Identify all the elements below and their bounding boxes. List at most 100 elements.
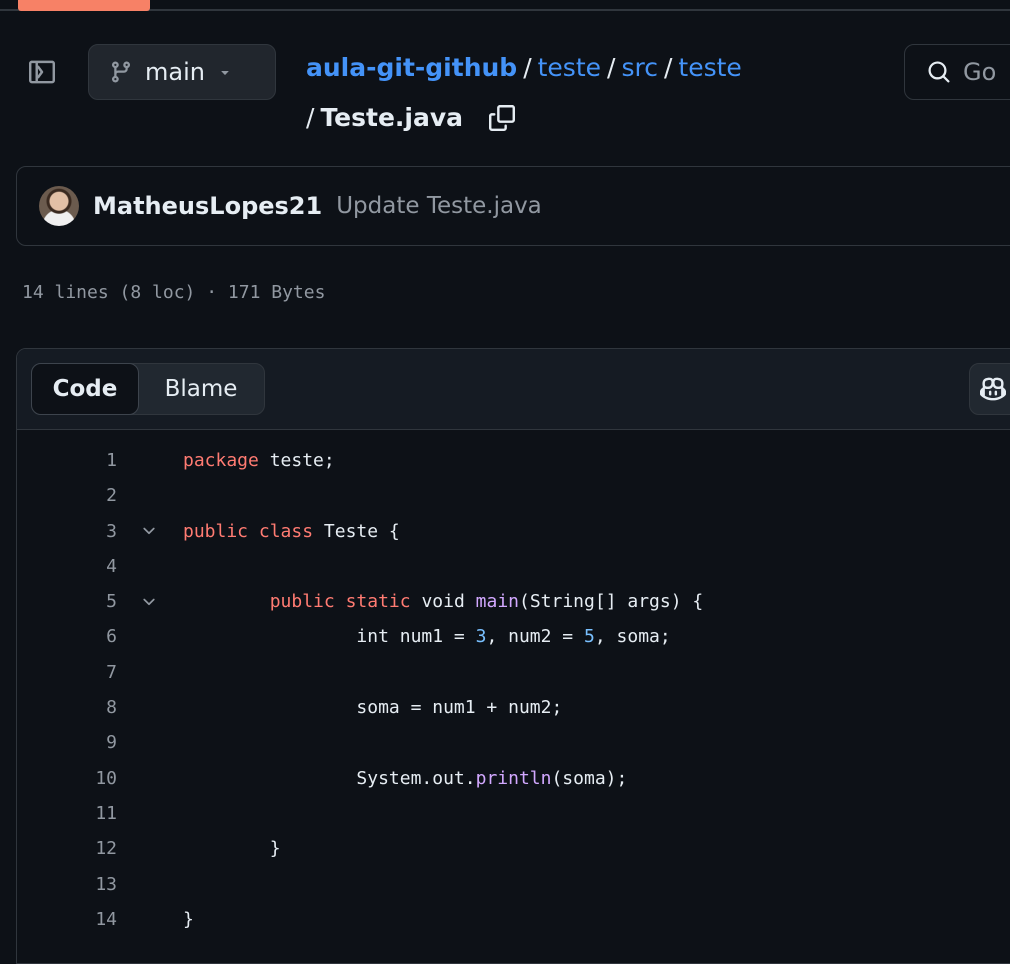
file-path-breadcrumb: aula-git-github / teste / src / teste / Teste.j… xyxy=(306,48,866,140)
code-line: 14} xyxy=(17,902,1010,937)
line-number[interactable]: 10 xyxy=(17,761,117,796)
code-toolbar: Code Blame xyxy=(17,349,1010,430)
code-token: main xyxy=(475,591,519,613)
code-text: int num1 = 3, num2 = 5, soma; xyxy=(183,619,671,654)
breadcrumb-dir-link[interactable]: teste xyxy=(678,53,741,82)
caret-down-icon xyxy=(221,71,229,75)
code-line: 1 package teste; xyxy=(17,443,1010,478)
git-branch-icon xyxy=(111,61,130,83)
code-line: 7 xyxy=(17,655,1010,690)
code-line: 5 public static void main(String[] args)… xyxy=(17,584,1010,619)
line-number[interactable]: 8 xyxy=(17,690,117,725)
code-line: 6 int num1 = 3, num2 = 5, soma; xyxy=(17,619,1010,654)
code-line: 11 xyxy=(17,796,1010,831)
code-token: println xyxy=(475,767,552,789)
code-line: 4 xyxy=(17,549,1010,584)
chevron-down-icon xyxy=(143,598,155,605)
copy-icon xyxy=(489,105,516,131)
code-token: void xyxy=(410,591,476,613)
code-line: 10 System.out.println(soma); xyxy=(17,761,1010,796)
copilot-button[interactable] xyxy=(969,363,1010,415)
code-token: static xyxy=(345,591,411,613)
code-text: } xyxy=(183,902,194,937)
file-size-info: 14 lines (8 loc) · 171 Bytes xyxy=(22,282,326,303)
code-text: System.out.println(soma); xyxy=(183,761,627,796)
code-line: 2 xyxy=(17,478,1010,513)
go-to-file-search[interactable]: Go xyxy=(904,44,1010,100)
breadcrumb-current-file: Teste.java xyxy=(320,103,464,132)
code-line: 12 } xyxy=(17,831,1010,866)
code-token: (String[] args) { xyxy=(519,591,704,613)
line-number[interactable]: 3 xyxy=(17,514,117,549)
breadcrumb-separator: / xyxy=(523,53,532,82)
code-token: int num1 = xyxy=(183,626,476,648)
breadcrumb-dir-link[interactable]: teste xyxy=(538,53,601,82)
search-icon xyxy=(928,61,950,83)
code-line: 3 public class Teste { xyxy=(17,514,1010,549)
file-view-page: main aula-git-github / teste / src / teste / Te… xyxy=(0,0,1010,964)
chevron-down-icon xyxy=(143,527,155,535)
commit-author-link[interactable]: MatheusLopes21 xyxy=(93,192,322,220)
code-token: (soma); xyxy=(551,767,628,789)
breadcrumb-separator: / xyxy=(607,53,616,82)
breadcrumb-dir-link[interactable]: src xyxy=(621,53,658,82)
avatar[interactable] xyxy=(39,186,79,226)
tab-code[interactable]: Code xyxy=(31,363,139,415)
code-text: public static void main(String[] args) { xyxy=(183,584,704,619)
line-number[interactable]: 9 xyxy=(17,725,117,760)
code-token: package xyxy=(183,450,259,471)
breadcrumb-repo-link[interactable]: aula-git-github xyxy=(306,53,517,82)
tab-blame[interactable]: Blame xyxy=(139,364,263,414)
code-token: , num2 = xyxy=(486,626,584,648)
code-text: } xyxy=(183,831,281,866)
commit-message-link[interactable]: Update Teste.java xyxy=(336,193,542,219)
code-token: , soma; xyxy=(594,626,671,648)
code-line: 13 xyxy=(17,867,1010,902)
sidebar-toggle-button[interactable] xyxy=(18,44,66,100)
code-text: soma = num1 + num2; xyxy=(183,690,562,725)
copilot-icon xyxy=(980,377,1006,401)
code-line: 8 soma = num1 + num2; xyxy=(17,690,1010,725)
header-divider xyxy=(0,9,1010,11)
code-token: System.out. xyxy=(183,767,476,789)
code-line: 9 xyxy=(17,725,1010,760)
line-number[interactable]: 13 xyxy=(17,867,117,902)
fold-toggle-button[interactable] xyxy=(137,584,161,619)
code-token: Teste { xyxy=(313,520,400,542)
copy-path-button[interactable] xyxy=(489,105,516,131)
line-number[interactable]: 4 xyxy=(17,549,117,584)
code-token: } xyxy=(183,838,281,860)
code-token: public xyxy=(183,520,249,542)
code-token: public xyxy=(269,591,335,613)
line-number[interactable]: 11 xyxy=(17,796,117,831)
line-number[interactable]: 1 xyxy=(17,443,117,478)
view-mode-toggle: Code Blame xyxy=(31,363,265,415)
code-token: teste; xyxy=(258,450,335,471)
code-text: package teste; xyxy=(183,443,335,478)
sidebar-expand-icon xyxy=(29,60,55,84)
code-token: class xyxy=(258,520,314,542)
line-number[interactable]: 2 xyxy=(17,478,117,513)
search-placeholder-text: Go xyxy=(963,58,997,86)
line-number[interactable]: 7 xyxy=(17,655,117,690)
line-number[interactable]: 14 xyxy=(17,902,117,937)
fold-toggle-button[interactable] xyxy=(137,514,161,549)
latest-commit-box: MatheusLopes21 Update Teste.java xyxy=(16,166,1010,246)
code-viewer: 1 package teste; 2 3 public class Teste { 4 5 … xyxy=(17,430,1010,937)
line-number[interactable]: 6 xyxy=(17,619,117,654)
breadcrumb-separator: / xyxy=(663,53,673,82)
active-tab-indicator xyxy=(18,0,150,11)
code-token: } xyxy=(183,908,194,930)
code-token: soma = num1 + num2; xyxy=(183,697,563,719)
code-text: public class Teste { xyxy=(183,514,400,549)
code-token: 5 xyxy=(584,626,595,648)
branch-selector-button[interactable]: main xyxy=(88,44,276,100)
line-number[interactable]: 5 xyxy=(17,584,117,619)
code-panel: Code Blame 1 package teste; 2 3 public class… xyxy=(16,348,1010,964)
line-number[interactable]: 12 xyxy=(17,831,117,866)
branch-name: main xyxy=(145,58,205,86)
breadcrumb-separator: / xyxy=(306,103,315,132)
